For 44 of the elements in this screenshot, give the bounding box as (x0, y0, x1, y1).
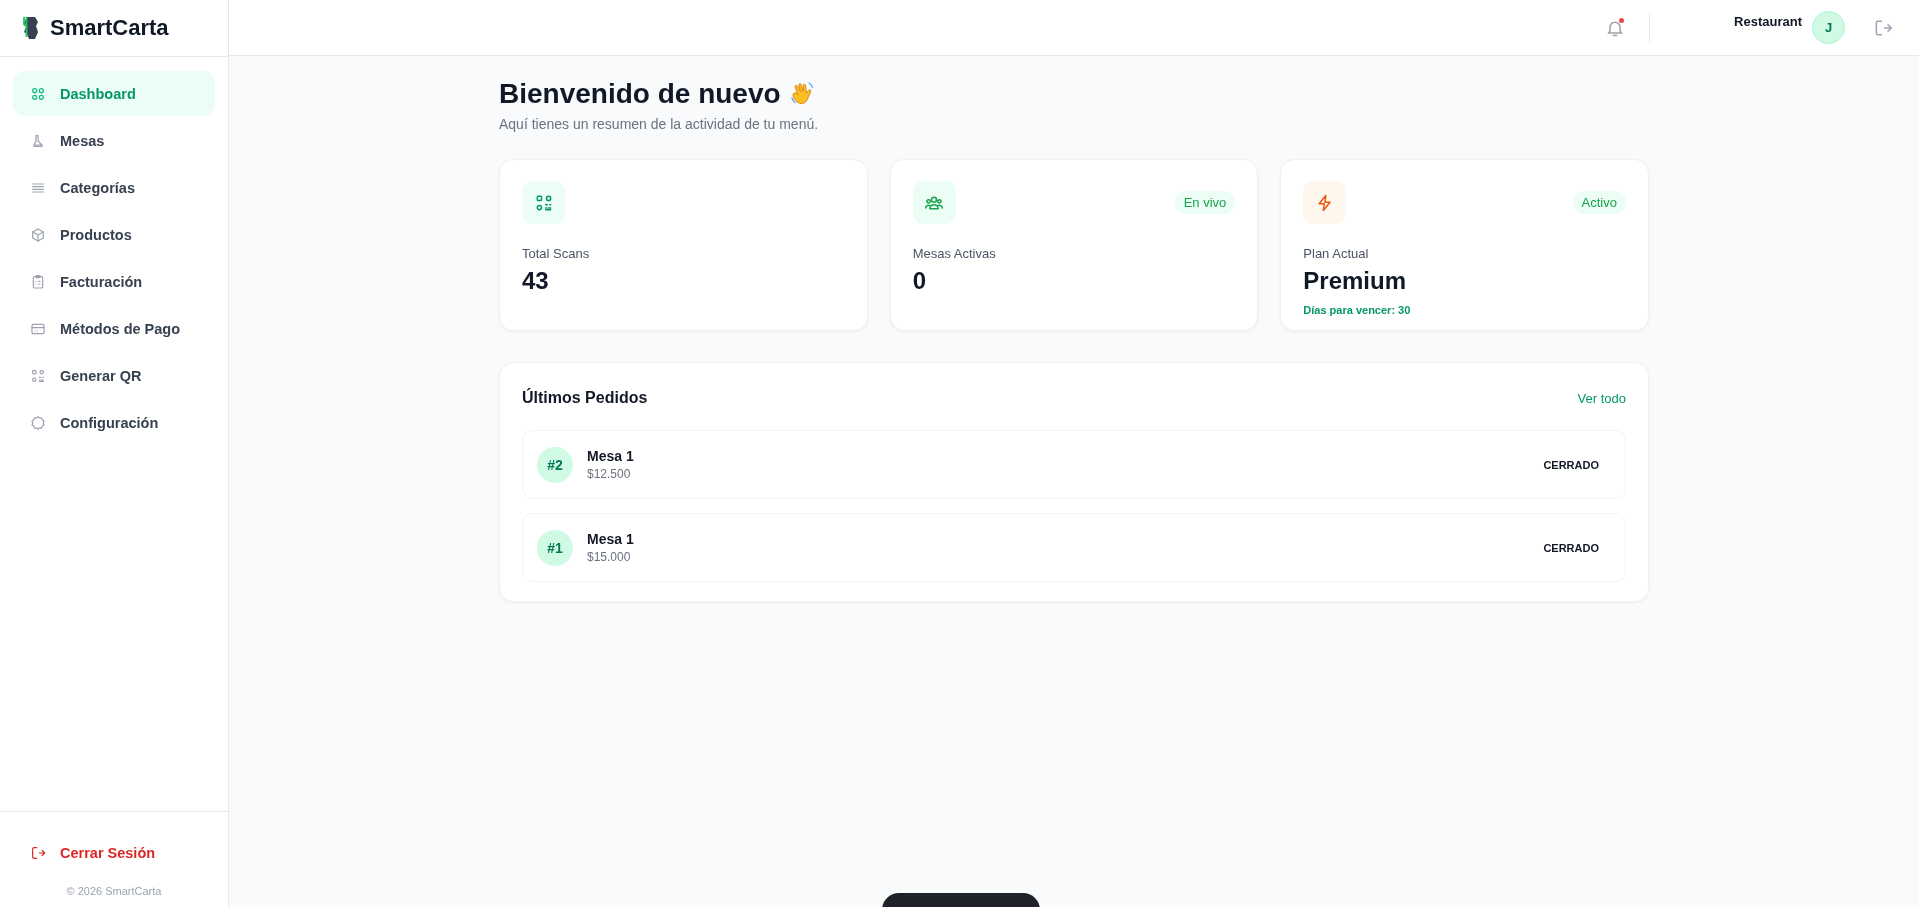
stat-note: Días para vencer: 30 (1303, 304, 1412, 316)
order-total: $15.000 (587, 550, 632, 564)
order-total: $12.500 (587, 467, 632, 481)
nav-item[interactable]: Configuración (13, 400, 215, 445)
notifications-button[interactable] (1605, 17, 1626, 38)
nav-item[interactable]: Mesas (13, 118, 215, 163)
stat-value: Premium (1303, 267, 1408, 295)
order-number: #2 (537, 446, 573, 483)
nav-item[interactable]: Categorías (13, 165, 215, 210)
settings-icon (30, 414, 46, 431)
status-badge: Activo (1572, 191, 1626, 214)
grid-icon (30, 85, 46, 102)
order-table: Mesa 1 (587, 448, 1544, 464)
order-number: #1 (537, 529, 573, 566)
nav-item[interactable]: Métodos de Pago (13, 306, 215, 351)
section-title: Últimos Pedidos (522, 389, 648, 407)
box-icon (30, 226, 46, 243)
order-status: CERRADO (1543, 458, 1599, 471)
logout-icon (30, 844, 46, 861)
page-title: Bienvenido de nuevo (499, 78, 781, 110)
order-status: CERRADO (1543, 541, 1599, 554)
page-subtitle: Aquí tienes un resumen de la actividad de tu menú. (499, 116, 820, 132)
user-name: Restaurant (1734, 14, 1802, 29)
nav-item[interactable]: Generar QR (13, 353, 215, 398)
nav-item[interactable]: Productos (13, 212, 215, 257)
order-row[interactable]: #1 Mesa 1 $15.000 CERRADO (522, 513, 1626, 582)
brand-name: SmartCarta (50, 15, 169, 41)
logo-icon (22, 15, 40, 41)
order-table: Mesa 1 (587, 531, 1544, 547)
stat-value: 43 (522, 267, 550, 295)
order-row[interactable]: #2 Mesa 1 $12.500 CERRADO (522, 430, 1626, 499)
clipboard-icon (30, 273, 46, 290)
view-all-link[interactable]: Ver todo (1577, 390, 1626, 406)
user-avatar[interactable]: J (1812, 11, 1845, 44)
stat-label: Mesas Activas (912, 246, 997, 261)
logout-link[interactable]: Cerrar Sesión (13, 830, 215, 875)
status-badge: En vivo (1174, 191, 1236, 214)
stat-label: Plan Actual (1303, 246, 1370, 261)
nav-item[interactable]: Facturación (13, 259, 215, 304)
stat-value: 0 (912, 267, 927, 295)
qr-code-icon (30, 367, 46, 384)
copyright-text: © 2026 SmartCarta (66, 885, 162, 897)
stat-label: Total Scans (522, 246, 591, 261)
nav-item[interactable]: Dashboard (13, 71, 215, 116)
